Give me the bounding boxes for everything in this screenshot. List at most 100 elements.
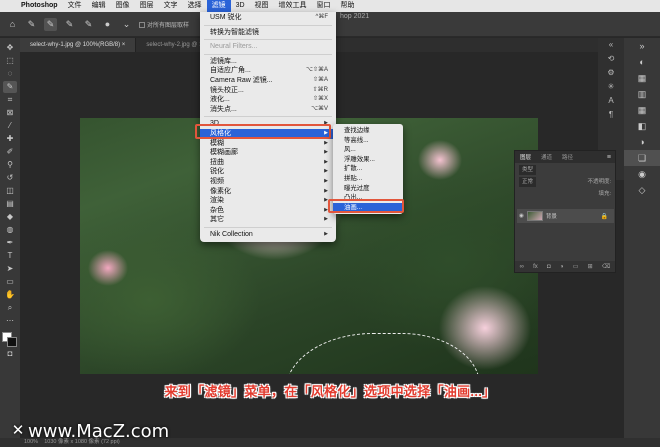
expand-icon[interactable]: »	[624, 38, 660, 54]
brush-settings-icon[interactable]: ✳	[598, 80, 624, 94]
blend-mode-select[interactable]: 正常	[519, 177, 537, 187]
menu-app-name[interactable]: Photoshop	[16, 0, 63, 12]
eraser-tool-icon[interactable]: ◫	[3, 185, 17, 197]
eyedropper-tool-icon[interactable]: ⁄	[3, 120, 17, 132]
menu-select[interactable]: 选择	[183, 0, 207, 12]
history-icon[interactable]: ⟲	[598, 52, 624, 66]
menu-3d[interactable]: 3D	[231, 0, 250, 12]
mask-icon[interactable]: ◘	[547, 264, 551, 270]
stylize-submenu-item-2[interactable]: 风...	[333, 145, 403, 155]
filter-menu-item-16[interactable]: 模糊画廊 ▶	[200, 148, 336, 158]
stylize-submenu-item-0[interactable]: 查找边缘	[333, 126, 403, 136]
add-selection-icon[interactable]: ✎	[63, 18, 76, 31]
filter-menu-item-23[interactable]: 其它 ▶	[200, 215, 336, 225]
dodge-tool-icon[interactable]: ◍	[3, 224, 17, 236]
move-tool-icon[interactable]: ✥	[3, 42, 17, 54]
filter-menu-item-9[interactable]: 镜头校正... ⇧⌘R	[200, 86, 336, 96]
menu-image[interactable]: 图像	[111, 0, 135, 12]
pen-tool-icon[interactable]: ✒	[3, 237, 17, 249]
patterns-panel-icon[interactable]: ▦	[624, 102, 660, 118]
blur-tool-icon[interactable]: ◆	[3, 211, 17, 223]
paragraph-icon[interactable]: ¶	[598, 108, 624, 122]
kind-filter[interactable]: 类型	[519, 165, 537, 175]
panel-menu-icon[interactable]: ≡	[607, 154, 615, 161]
menu-view[interactable]: 视图	[250, 0, 274, 12]
menu-type[interactable]: 文字	[159, 0, 183, 12]
history-brush-icon[interactable]: ↺	[3, 172, 17, 184]
adjustment-layer-icon[interactable]: ◑	[560, 264, 564, 270]
path-select-icon[interactable]: ➤	[3, 263, 17, 275]
filter-menu-item-25[interactable]: Nik Collection ▶	[200, 230, 336, 240]
collapse-icon[interactable]: «	[598, 38, 624, 52]
stylize-submenu-item-6[interactable]: 曝光过度	[333, 184, 403, 194]
visibility-eye-icon[interactable]: ◉	[519, 213, 524, 219]
subtract-selection-icon[interactable]: ✎	[82, 18, 95, 31]
filter-menu-item-11[interactable]: 消失点... ⌥⌘V	[200, 105, 336, 115]
filter-menu-item-21[interactable]: 渲染 ▶	[200, 196, 336, 206]
gradient-tool-icon[interactable]: ▤	[3, 198, 17, 210]
fx-icon[interactable]: fx	[533, 264, 538, 270]
menu-layer[interactable]: 图层	[135, 0, 159, 12]
layer-row-background[interactable]: ◉ 背景 🔒	[517, 209, 614, 223]
more-tools-icon[interactable]: ⋯	[3, 315, 17, 327]
close-icon[interactable]: ×	[122, 42, 126, 48]
filter-menu-item-2[interactable]: 转换为智能滤镜	[200, 28, 336, 38]
paths-panel-icon[interactable]: ◇	[624, 182, 660, 198]
link-layers-icon[interactable]: ∞	[520, 264, 524, 270]
libraries-icon[interactable]: ◧	[624, 118, 660, 134]
color-panel-icon[interactable]: ◐	[624, 54, 660, 70]
tab-channels[interactable]: 通道	[536, 153, 557, 161]
menu-edit[interactable]: 编辑	[87, 0, 111, 12]
menu-filter[interactable]: 滤镜	[206, 0, 231, 12]
brush-tool-icon[interactable]: ✐	[3, 146, 17, 158]
channels-panel-icon[interactable]: ◉	[624, 166, 660, 182]
filter-menu-item-6[interactable]: 滤镜库...	[200, 57, 336, 67]
filter-menu-item-20[interactable]: 像素化 ▶	[200, 187, 336, 197]
new-selection-icon[interactable]: ✎	[44, 17, 57, 31]
healing-brush-icon[interactable]: ✚	[3, 133, 17, 145]
filter-menu-item-17[interactable]: 扭曲 ▶	[200, 158, 336, 168]
stylize-submenu-item-4[interactable]: 扩散...	[333, 164, 403, 174]
filter-menu-item-18[interactable]: 锐化 ▶	[200, 167, 336, 177]
stylize-submenu-item-1[interactable]: 等高线...	[333, 136, 403, 146]
sample-all-layers-checkbox[interactable]: 对所有图层取样	[139, 20, 189, 29]
swatches-panel-icon[interactable]: ▦	[624, 70, 660, 86]
home-icon[interactable]: ⌂	[6, 18, 19, 31]
tab-layers[interactable]: 图层	[515, 153, 536, 161]
tab-document-1[interactable]: select-why-1.jpg @ 100%(RGB/8) ×	[20, 38, 137, 52]
quick-select-tool-icon[interactable]: ✎	[25, 18, 38, 31]
group-icon[interactable]: ▭	[573, 263, 579, 270]
trash-icon[interactable]: ⌫	[602, 263, 610, 270]
type-tool-icon[interactable]: T	[3, 250, 17, 262]
adjustments-icon[interactable]: ◑	[624, 134, 660, 150]
layers-panel-icon[interactable]: ❏	[624, 150, 660, 166]
menu-file[interactable]: 文件	[63, 0, 87, 12]
filter-menu-item-10[interactable]: 液化... ⇧⌘X	[200, 95, 336, 105]
character-icon[interactable]: A	[598, 94, 624, 108]
filter-menu-item-22[interactable]: 杂色 ▶	[200, 206, 336, 216]
stylize-submenu-item-3[interactable]: 浮雕效果...	[333, 155, 403, 165]
menu-plugins[interactable]: 增效工具	[274, 0, 312, 12]
color-swatches[interactable]	[2, 332, 18, 348]
zoom-tool-icon[interactable]: ⌕	[3, 302, 17, 314]
filter-menu-item-8[interactable]: Camera Raw 滤镜... ⇧⌘A	[200, 76, 336, 86]
shape-tool-icon[interactable]: ▭	[3, 276, 17, 288]
lasso-tool-icon[interactable]: ◌	[3, 68, 17, 80]
filter-menu-item-0[interactable]: USM 锐化 ^⌘F	[200, 13, 336, 23]
gradients-panel-icon[interactable]: ▥	[624, 86, 660, 102]
new-layer-icon[interactable]: ⊞	[588, 263, 593, 270]
brush-size-icon[interactable]: ●	[101, 18, 114, 31]
hand-tool-icon[interactable]: ✋	[3, 289, 17, 301]
frame-tool-icon[interactable]: ⊠	[3, 107, 17, 119]
filter-menu-item-7[interactable]: 自适应广角... ⌥⇧⌘A	[200, 66, 336, 76]
marquee-tool-icon[interactable]: ⬚	[3, 55, 17, 67]
chevron-down-icon[interactable]: ⌄	[120, 18, 133, 31]
filter-menu-item-19[interactable]: 视频 ▶	[200, 177, 336, 187]
menu-help[interactable]: 帮助	[336, 0, 360, 12]
quick-mask-icon[interactable]: ◘	[3, 348, 17, 360]
menu-window[interactable]: 窗口	[312, 0, 336, 12]
quick-selection-tool-icon[interactable]: ✎	[3, 81, 17, 93]
background-color[interactable]	[7, 337, 17, 347]
tab-paths[interactable]: 路径	[557, 153, 578, 161]
filter-menu-item-15[interactable]: 模糊 ▶	[200, 139, 336, 149]
